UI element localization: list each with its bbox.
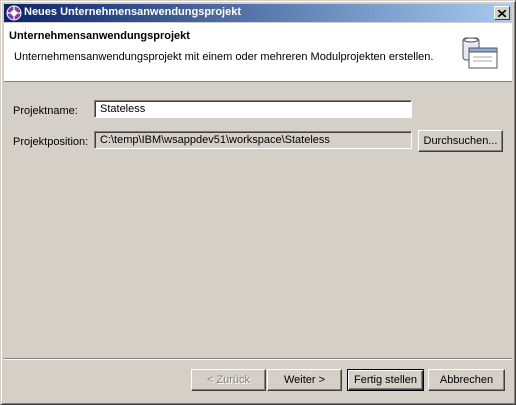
back-button[interactable]: < Zurück xyxy=(191,369,266,391)
next-button[interactable]: Weiter > xyxy=(267,369,342,391)
project-location-label: Projektposition: xyxy=(13,136,89,148)
banner-title: Unternehmensanwendungsprojekt xyxy=(9,30,190,42)
project-name-label: Projektname: xyxy=(13,105,78,117)
close-icon xyxy=(498,9,506,17)
title-bar[interactable]: Neues Unternehmensanwendungsprojekt xyxy=(4,4,512,22)
divider-highlight xyxy=(4,359,512,360)
project-name-input[interactable]: Stateless xyxy=(94,100,412,118)
wizard-banner: Unternehmensanwendungsprojekt Unternehme… xyxy=(4,23,512,82)
enterprise-application-icon xyxy=(462,37,498,69)
banner-description: Unternehmensanwendungsprojekt mit einem … xyxy=(14,51,434,63)
wizard-dialog: Neues Unternehmensanwendungsprojekt Unte… xyxy=(0,0,516,405)
project-location-input: C:\temp\IBM\wsappdev51\workspace\Statele… xyxy=(94,131,412,149)
eclipse-wizard-icon xyxy=(6,5,22,21)
browse-button[interactable]: Durchsuchen... xyxy=(418,130,503,152)
finish-button[interactable]: Fertig stellen xyxy=(347,369,424,391)
window-title: Neues Unternehmensanwendungsprojekt xyxy=(24,6,241,18)
close-button[interactable] xyxy=(494,6,510,20)
cancel-button[interactable]: Abbrechen xyxy=(428,369,505,391)
